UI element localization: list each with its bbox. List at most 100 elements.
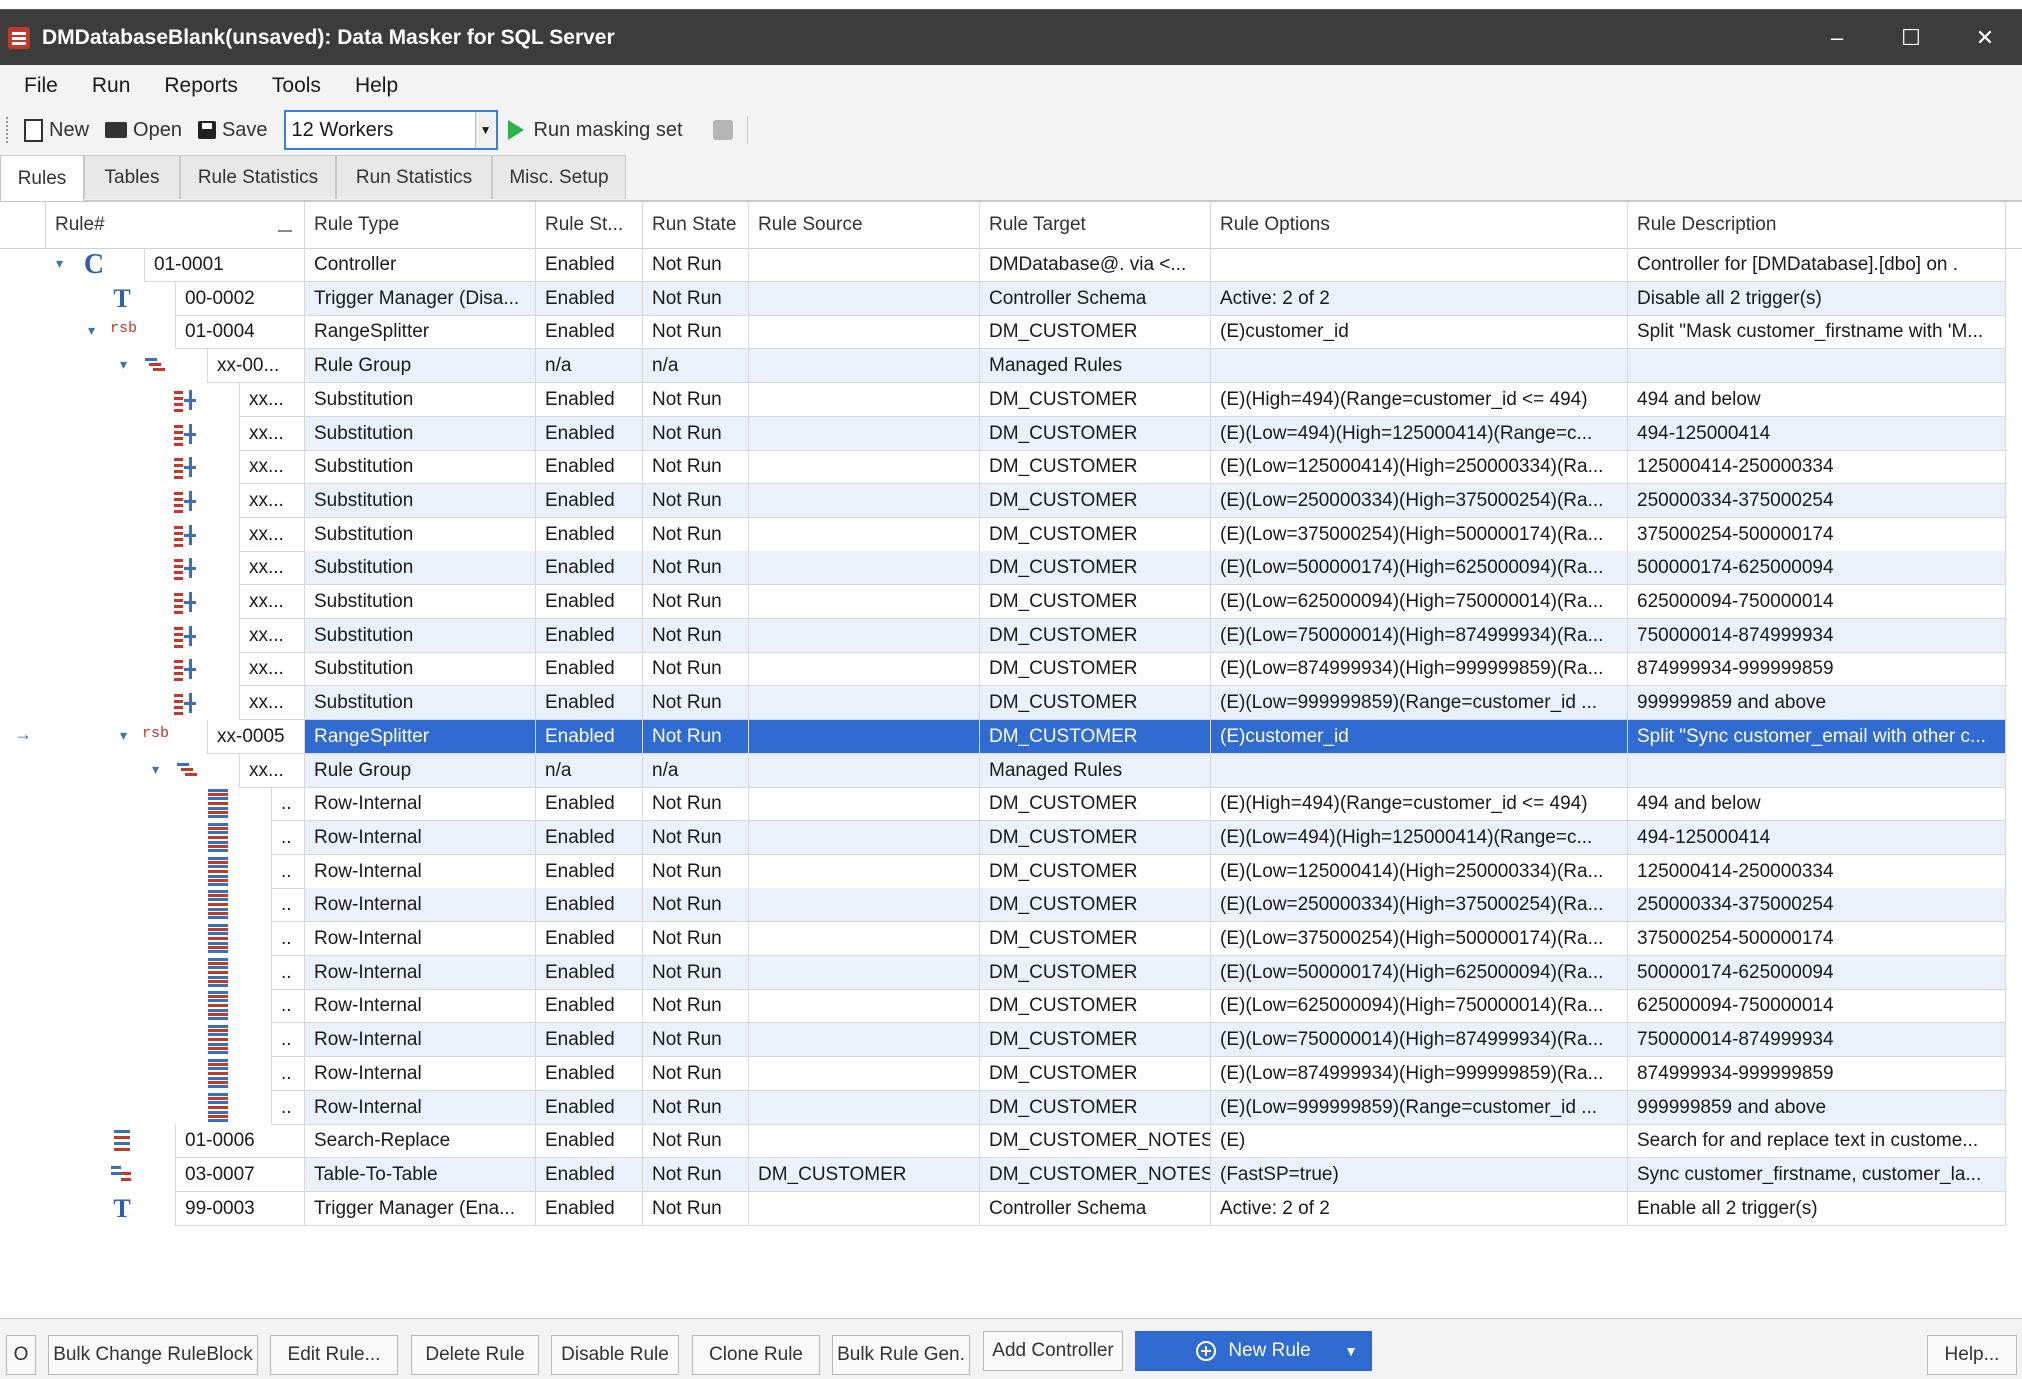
cell-run[interactable]: Not Run	[643, 787, 749, 821]
cell-run[interactable]: Not Run	[643, 989, 749, 1023]
expand-chevron-icon[interactable]: ▾	[120, 356, 127, 373]
cell-options[interactable]: (E)(High=494)(Range=customer_id <= 494)	[1211, 383, 1628, 417]
header-rule-status[interactable]: Rule St...	[536, 202, 643, 248]
cell-target[interactable]: DM_CUSTOMER_NOTES	[980, 1158, 1211, 1192]
cell-status[interactable]: Enabled	[536, 922, 643, 956]
tab-misc-setup[interactable]: Misc. Setup	[492, 155, 626, 199]
cell-source[interactable]	[749, 619, 980, 653]
table-row[interactable]: xx... Substitution Enabled Not Run DM_CUSTOM…	[0, 383, 2022, 417]
cell-options[interactable]: (E)(Low=500000174)(High=625000094)(Ra...	[1211, 956, 1628, 990]
cell-source[interactable]	[749, 282, 980, 316]
close-button[interactable]: ✕	[1948, 10, 2022, 66]
cell-target[interactable]: Controller Schema	[980, 282, 1211, 316]
cell-options[interactable]: Active: 2 of 2	[1211, 282, 1628, 316]
table-row[interactable]: .. Row-Internal Enabled Not Run DM_CUSTOMER(…	[0, 1023, 2022, 1057]
menu-reports[interactable]: Reports	[147, 74, 255, 98]
cell-status[interactable]: Enabled	[536, 518, 643, 552]
cell-type[interactable]: Trigger Manager (Ena...	[305, 1192, 536, 1226]
table-row[interactable]: .. Row-Internal Enabled Not Run DM_CUSTOMER(…	[0, 989, 2022, 1023]
cell-type[interactable]: Substitution	[305, 484, 536, 518]
cell-target[interactable]: DM_CUSTOMER	[980, 888, 1211, 922]
cell-status[interactable]: Enabled	[536, 585, 643, 619]
help-button[interactable]: Help...	[1927, 1335, 2017, 1375]
menu-help[interactable]: Help	[338, 74, 415, 98]
cell-type[interactable]: RangeSplitter	[305, 720, 536, 754]
cell-desc[interactable]: 375000254-500000174	[1628, 922, 2006, 956]
table-row[interactable]: 01-0006 Search-Replace Enabled Not Run DM_CU…	[0, 1124, 2022, 1158]
open-button[interactable]: Open	[105, 119, 182, 142]
rule-number-cell[interactable]: ..	[271, 1091, 305, 1125]
rule-number-cell[interactable]: xx...	[239, 652, 305, 686]
cell-type[interactable]: Substitution	[305, 652, 536, 686]
cell-desc[interactable]: Sync customer_firstname, customer_la...	[1628, 1158, 2006, 1192]
cell-options[interactable]: (E)	[1211, 1124, 1628, 1158]
cell-desc[interactable]: 375000254-500000174	[1628, 518, 2006, 552]
cell-status[interactable]: Enabled	[536, 1192, 643, 1226]
table-row[interactable]: .. Row-Internal Enabled Not Run DM_CUSTOMER(…	[0, 855, 2022, 889]
cell-target[interactable]: Managed Rules	[980, 349, 1211, 383]
header-rule-options[interactable]: Rule Options	[1211, 202, 1628, 248]
cell-desc[interactable]: 494 and below	[1628, 383, 2006, 417]
cell-desc[interactable]: Controller for [DMDatabase].[dbo] on .	[1628, 248, 2006, 282]
cell-desc[interactable]: 999999859 and above	[1628, 1091, 2006, 1125]
cell-status[interactable]: Enabled	[536, 855, 643, 889]
cell-type[interactable]: Substitution	[305, 417, 536, 451]
cell-options[interactable]: (E)(Low=375000254)(High=500000174)(Ra...	[1211, 518, 1628, 552]
tab-tables[interactable]: Tables	[84, 155, 180, 199]
cell-type[interactable]: Substitution	[305, 585, 536, 619]
table-row[interactable]: .. Row-Internal Enabled Not Run DM_CUSTOMER(…	[0, 1057, 2022, 1091]
cell-source[interactable]: DM_CUSTOMER	[749, 1158, 980, 1192]
cell-options[interactable]: (E)(Low=250000334)(High=375000254)(Ra...	[1211, 484, 1628, 518]
cell-status[interactable]: Enabled	[536, 652, 643, 686]
cell-options[interactable]	[1211, 754, 1628, 788]
cell-status[interactable]: Enabled	[536, 720, 643, 754]
rule-number-cell[interactable]: 00-0002	[175, 282, 305, 316]
table-row[interactable]: T 99-0003 Trigger Manager (Ena... Enabled No…	[0, 1192, 2022, 1226]
menu-file[interactable]: File	[0, 74, 75, 98]
chevron-down-icon[interactable]: ▼	[474, 112, 496, 148]
cell-desc[interactable]: 750000014-874999934	[1628, 1023, 2006, 1057]
cell-options[interactable]: (FastSP=true)	[1211, 1158, 1628, 1192]
cell-status[interactable]: Enabled	[536, 450, 643, 484]
cell-options[interactable]: (E)(Low=999999859)(Range=customer_id ...	[1211, 1091, 1628, 1125]
cell-run[interactable]: Not Run	[643, 315, 749, 349]
cell-desc[interactable]: 874999934-999999859	[1628, 652, 2006, 686]
table-row[interactable]: xx... Substitution Enabled Not Run DM_CUSTOM…	[0, 686, 2022, 720]
cell-run[interactable]: Not Run	[643, 855, 749, 889]
cell-desc[interactable]: 125000414-250000334	[1628, 450, 2006, 484]
cell-run[interactable]: Not Run	[643, 1158, 749, 1192]
cell-options[interactable]: (E)(Low=375000254)(High=500000174)(Ra...	[1211, 922, 1628, 956]
cell-type[interactable]: Row-Internal	[305, 922, 536, 956]
cell-type[interactable]: Substitution	[305, 518, 536, 552]
cell-type[interactable]: Rule Group	[305, 349, 536, 383]
cell-target[interactable]: DM_CUSTOMER	[980, 686, 1211, 720]
cell-target[interactable]: DM_CUSTOMER	[980, 922, 1211, 956]
cell-source[interactable]	[749, 315, 980, 349]
bulk-rule-gen-button[interactable]: Bulk Rule Gen.	[832, 1335, 970, 1375]
cell-desc[interactable]: Split "Sync customer_email with other c.…	[1628, 720, 2006, 754]
header-rule-type[interactable]: Rule Type	[305, 202, 536, 248]
cell-target[interactable]: DM_CUSTOMER	[980, 989, 1211, 1023]
rule-number-cell[interactable]: 99-0003	[175, 1192, 305, 1226]
cell-type[interactable]: Table-To-Table	[305, 1158, 536, 1192]
cell-status[interactable]: Enabled	[536, 383, 643, 417]
table-row[interactable]: .. Row-Internal Enabled Not Run DM_CUSTOMER(…	[0, 821, 2022, 855]
cell-run[interactable]: Not Run	[643, 956, 749, 990]
cell-status[interactable]: Enabled	[536, 315, 643, 349]
cell-type[interactable]: Rule Group	[305, 754, 536, 788]
stop-icon[interactable]	[712, 120, 733, 140]
cell-run[interactable]: Not Run	[643, 619, 749, 653]
cell-run[interactable]: Not Run	[643, 417, 749, 451]
cell-source[interactable]	[749, 686, 980, 720]
cell-desc[interactable]: 250000334-375000254	[1628, 888, 2006, 922]
cell-options[interactable]: (E)customer_id	[1211, 315, 1628, 349]
cell-desc[interactable]: 250000334-375000254	[1628, 484, 2006, 518]
cell-options[interactable]: (E)(Low=625000094)(High=750000014)(Ra...	[1211, 989, 1628, 1023]
table-row[interactable]: ▾ xx-00... Rule Group n/a n/a Managed Rules	[0, 349, 2022, 383]
cell-run[interactable]: Not Run	[643, 484, 749, 518]
cell-options[interactable]: (E)(Low=750000014)(High=874999934)(Ra...	[1211, 619, 1628, 653]
rule-number-cell[interactable]: 01-0001	[144, 248, 305, 282]
cell-type[interactable]: Row-Internal	[305, 1091, 536, 1125]
cell-options[interactable]: (E)(Low=999999859)(Range=customer_id ...	[1211, 686, 1628, 720]
table-row[interactable]: xx... Substitution Enabled Not Run DM_CUSTOM…	[0, 450, 2022, 484]
